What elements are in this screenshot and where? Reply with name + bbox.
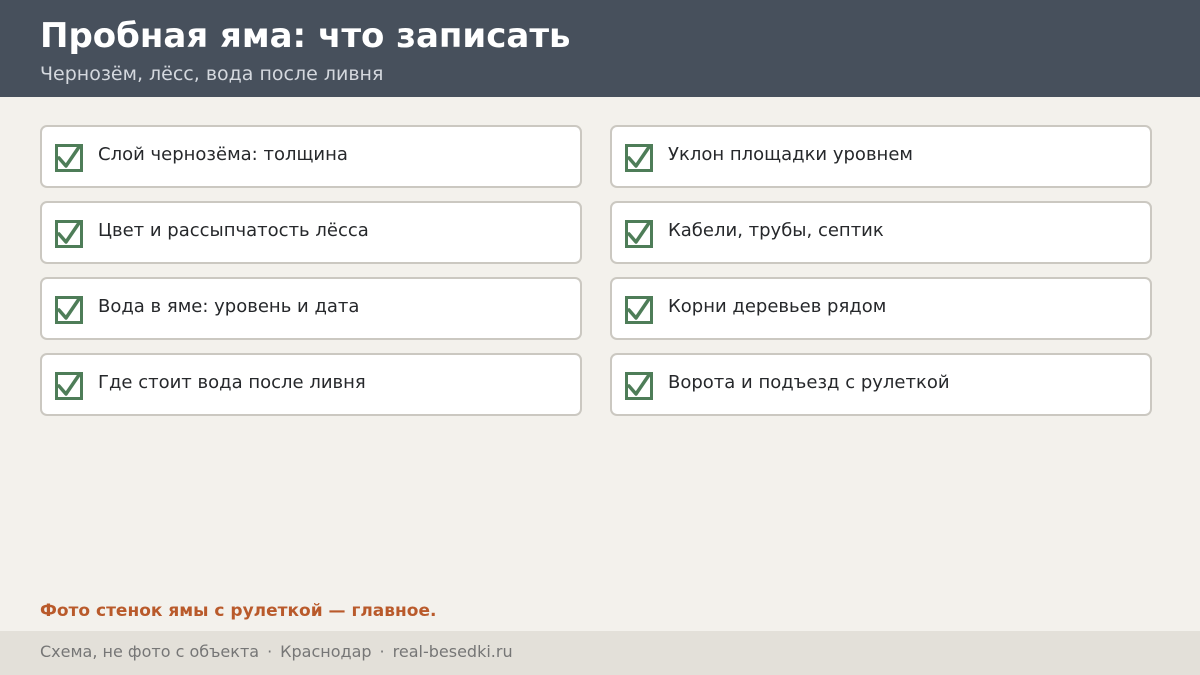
footer-bar: Схема, не фото с объекта · Краснодар · real-… <box>0 631 1200 675</box>
checklist-item-label: Уклон площадки уровнем <box>668 144 913 165</box>
checklist-item: Цвет и рассыпчатость лёсса <box>40 201 582 264</box>
checkbox-checked-icon <box>625 372 653 400</box>
checklist-item-label: Слой чернозёма: толщина <box>98 144 348 165</box>
footer-site: real-besedki.ru <box>392 642 513 661</box>
footer-separator: · <box>379 642 385 661</box>
footer-separator: · <box>267 642 273 661</box>
page-subtitle: Чернозём, лёсс, вода после ливня <box>40 63 384 85</box>
checkbox-checked-icon <box>625 144 653 172</box>
checklist-item: Слой чернозёма: толщина <box>40 125 582 188</box>
checkbox-checked-icon <box>55 220 83 248</box>
checklist-item-label: Корни деревьев рядом <box>668 296 887 317</box>
header-bar: Пробная яма: что записать Чернозём, лёсс… <box>0 0 1200 97</box>
checklist-item: Кабели, трубы, септик <box>610 201 1152 264</box>
footer-disclaimer: Схема, не фото с объекта <box>40 642 260 661</box>
footer-city: Краснодар <box>280 642 372 661</box>
checkbox-checked-icon <box>55 296 83 324</box>
checklist-item: Ворота и подъезд с рулеткой <box>610 353 1152 416</box>
checklist-item: Уклон площадки уровнем <box>610 125 1152 188</box>
footer-caption: Схема, не фото с объекта · Краснодар · real-… <box>40 641 513 663</box>
checklist-item-label: Кабели, трубы, септик <box>668 220 884 241</box>
checklist-item: Корни деревьев рядом <box>610 277 1152 340</box>
checklist-item-label: Ворота и подъезд с рулеткой <box>668 372 950 393</box>
checkbox-checked-icon <box>625 296 653 324</box>
checklist-item-label: Где стоит вода после ливня <box>98 372 366 393</box>
checklist-item: Вода в яме: уровень и дата <box>40 277 582 340</box>
checklist-item-label: Цвет и рассыпчатость лёсса <box>98 220 369 241</box>
page-title: Пробная яма: что записать <box>40 16 571 56</box>
checkbox-checked-icon <box>55 372 83 400</box>
checkbox-checked-icon <box>625 220 653 248</box>
checklist-item-label: Вода в яме: уровень и дата <box>98 296 360 317</box>
checkbox-checked-icon <box>55 144 83 172</box>
key-note: Фото стенок ямы с рулеткой — главное. <box>40 601 437 621</box>
checklist-item: Где стоит вода после ливня <box>40 353 582 416</box>
